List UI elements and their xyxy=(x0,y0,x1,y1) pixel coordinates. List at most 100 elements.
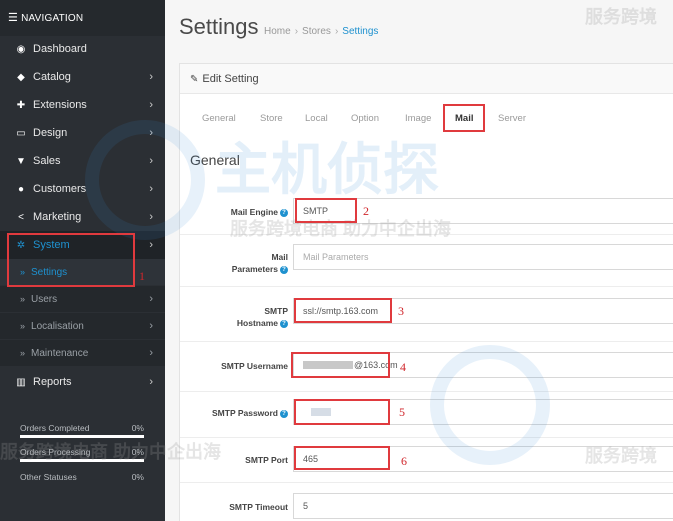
label-text: SMTP Timeout xyxy=(229,502,288,512)
breadcrumb-separator: › xyxy=(294,26,299,37)
sidebar-item-label: System xyxy=(33,239,70,251)
stat-label: Orders Processing xyxy=(20,447,91,457)
share-icon: < xyxy=(18,212,24,223)
sidebar-item-reports[interactable]: ▥ Reports › xyxy=(0,368,165,396)
mail-engine-select[interactable]: SMTP xyxy=(293,198,673,224)
chevron-right-icon: › xyxy=(149,347,153,359)
smtp-timeout-label: SMTP Timeout xyxy=(229,501,288,513)
sidebar-item-dashboard[interactable]: ◉ Dashboard xyxy=(0,35,165,63)
tab-mail[interactable]: Mail xyxy=(455,106,473,132)
redacted-mask xyxy=(303,361,353,369)
section-title: General xyxy=(190,152,240,168)
sidebar-item-label: Marketing xyxy=(33,211,82,223)
help-icon[interactable]: ? xyxy=(280,209,288,217)
stat-percent: 0% xyxy=(131,472,144,482)
double-chevron-icon: » xyxy=(20,267,26,277)
stat-label: Orders Completed xyxy=(20,423,90,433)
stat-percent: 0% xyxy=(131,447,144,457)
sidebar-item-marketing[interactable]: < Marketing › xyxy=(0,203,165,231)
breadcrumb: Home › Stores › Settings xyxy=(264,26,378,37)
nav-header[interactable]: ☰ NAVIGATION xyxy=(0,0,165,36)
stat-other-statuses: Other Statuses 0% xyxy=(20,472,144,482)
label-text: SMTP xyxy=(264,306,288,316)
sidebar-subitem-label: Users xyxy=(31,294,58,305)
sidebar: ☰ NAVIGATION ◉ Dashboard ◆ Catalog › ✚ Exten… xyxy=(0,0,165,521)
annotation-number-6: 6 xyxy=(401,454,407,468)
sidebar-subitem-maintenance[interactable]: » Maintenance › xyxy=(0,340,165,366)
help-icon[interactable]: ? xyxy=(280,410,288,418)
smtp-username-value: @163.com xyxy=(354,360,398,370)
puzzle-icon: ✚ xyxy=(16,100,26,111)
smtp-password-label: SMTP Password? xyxy=(212,407,288,419)
chevron-right-icon: › xyxy=(149,320,153,332)
pencil-icon: ✎ xyxy=(190,74,199,85)
sidebar-item-customers[interactable]: ● Customers › xyxy=(0,175,165,203)
stat-orders-processing: Orders Processing 0% xyxy=(20,447,144,462)
main-content: Settings Home › Stores › Settings ✎ Edit Sett… xyxy=(165,0,673,521)
annotation-number-1: 1 xyxy=(139,269,145,283)
menu-icon[interactable]: ☰ xyxy=(8,12,18,24)
breadcrumb-home[interactable]: Home xyxy=(264,26,291,37)
annotation-number-5: 5 xyxy=(399,405,405,419)
divider xyxy=(180,341,673,342)
sidebar-item-system[interactable]: ✲ System › xyxy=(0,231,165,259)
sidebar-item-sales[interactable]: ▼ Sales › xyxy=(0,147,165,175)
dashboard-icon: ◉ xyxy=(16,44,26,55)
user-icon: ● xyxy=(17,184,25,195)
label-text: Mail xyxy=(271,252,288,262)
sidebar-subitem-users[interactable]: » Users › xyxy=(0,286,165,312)
panel-heading: ✎ Edit Setting xyxy=(180,64,673,94)
sidebar-item-label: Catalog xyxy=(33,71,71,83)
tab-server[interactable]: Server xyxy=(498,106,526,132)
label-text: Mail Engine xyxy=(230,207,278,217)
chevron-right-icon: › xyxy=(149,127,153,139)
label-text: SMTP Username xyxy=(221,361,288,371)
label-text: Hostname xyxy=(236,318,278,328)
sidebar-item-label: Extensions xyxy=(33,99,87,111)
tab-image[interactable]: Image xyxy=(405,106,431,132)
sidebar-item-extensions[interactable]: ✚ Extensions › xyxy=(0,91,165,119)
settings-tabs: General Store Local Option Image Mail Se… xyxy=(180,106,673,132)
stat-bar xyxy=(20,459,144,462)
page-title: Settings xyxy=(179,14,259,39)
chevron-right-icon: › xyxy=(149,211,153,223)
sidebar-item-catalog[interactable]: ◆ Catalog › xyxy=(0,63,165,91)
sidebar-subitem-localisation[interactable]: » Localisation › xyxy=(0,313,165,339)
stat-bar xyxy=(20,435,144,438)
chevron-down-icon: › xyxy=(149,239,153,251)
help-icon[interactable]: ? xyxy=(280,266,288,274)
tab-local[interactable]: Local xyxy=(305,106,328,132)
tab-option[interactable]: Option xyxy=(351,106,379,132)
divider xyxy=(180,391,673,392)
redacted-mask xyxy=(311,408,331,416)
edit-setting-panel: ✎ Edit Setting General Store Local Option… xyxy=(179,63,673,521)
smtp-port-input[interactable]: 465 xyxy=(293,446,673,472)
breadcrumb-stores[interactable]: Stores xyxy=(302,26,331,37)
help-icon[interactable]: ? xyxy=(280,320,288,328)
smtp-hostname-label: SMTP Hostname? xyxy=(237,305,288,329)
breadcrumb-settings[interactable]: Settings xyxy=(342,26,378,37)
tab-general[interactable]: General xyxy=(202,106,236,132)
sidebar-subitem-label: Maintenance xyxy=(31,348,89,359)
smtp-username-input[interactable]: @163.com xyxy=(293,352,673,378)
double-chevron-icon: » xyxy=(20,294,26,304)
chevron-right-icon: › xyxy=(149,71,153,83)
divider xyxy=(180,437,673,438)
smtp-password-input[interactable] xyxy=(293,399,673,425)
tag-icon: ◆ xyxy=(17,72,25,83)
mail-parameters-label: Mail Parameters? xyxy=(232,251,288,275)
tab-store[interactable]: Store xyxy=(260,106,283,132)
monitor-icon: ▭ xyxy=(16,128,26,139)
sidebar-item-label: Dashboard xyxy=(33,43,87,55)
sidebar-item-design[interactable]: ▭ Design › xyxy=(0,119,165,147)
smtp-hostname-input[interactable]: ssl://smtp.163.com xyxy=(293,298,673,324)
smtp-timeout-input[interactable]: 5 xyxy=(293,493,673,519)
sidebar-item-label: Sales xyxy=(33,155,61,167)
stat-label: Other Statuses xyxy=(20,472,77,482)
divider xyxy=(180,286,673,287)
breadcrumb-separator: › xyxy=(334,26,339,37)
mail-parameters-input[interactable]: Mail Parameters xyxy=(293,244,673,270)
sidebar-item-label: Design xyxy=(33,127,68,139)
label-text: SMTP Port xyxy=(245,455,288,465)
double-chevron-icon: » xyxy=(20,321,26,331)
